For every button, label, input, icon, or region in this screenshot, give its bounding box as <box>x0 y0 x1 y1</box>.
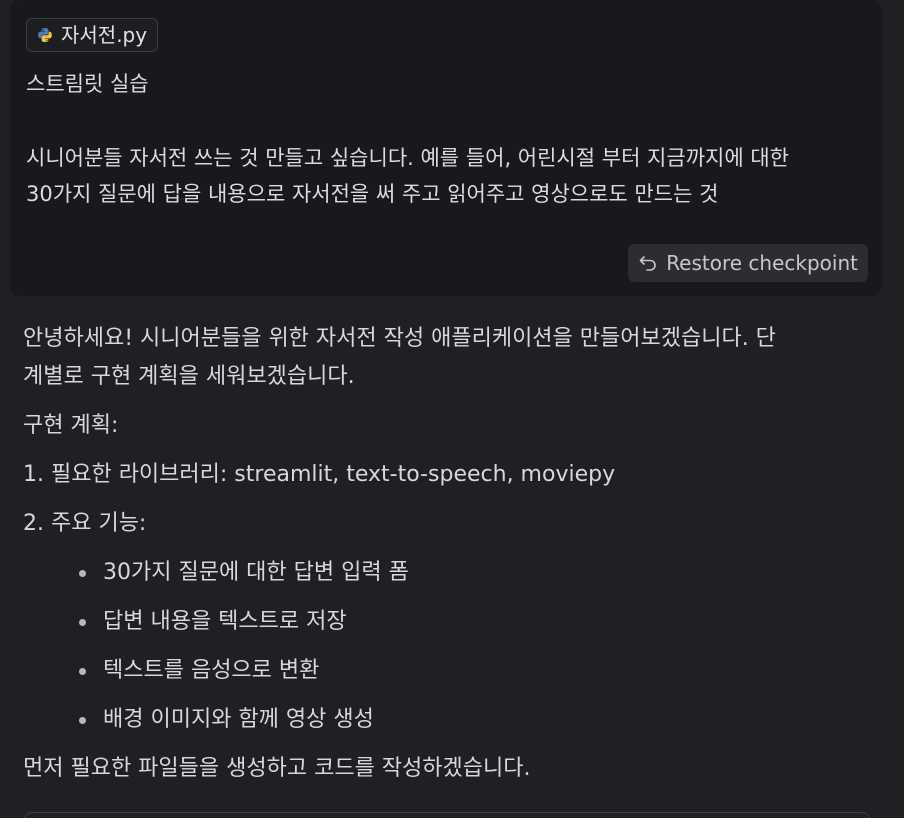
bullet-dot <box>79 619 86 626</box>
feature-list: 30가지 질문에 대한 답변 입력 폼 답변 내용을 텍스트로 저장 텍스트를 … <box>23 554 883 739</box>
file-name: 자서전.py <box>61 23 148 47</box>
undo-icon <box>638 253 658 273</box>
assistant-intro: 안녕하세요! 시니어분들을 위한 자서전 작성 애플리케이션을 만들어보겠습니다… <box>23 320 883 396</box>
file-chip[interactable]: 자서전.py <box>26 18 159 52</box>
restore-checkpoint-button[interactable]: Restore checkpoint <box>628 244 868 282</box>
restore-checkpoint-label: Restore checkpoint <box>666 251 858 275</box>
plan-step: 2. 주요 기능: <box>23 511 147 536</box>
bullet-dot <box>79 717 86 724</box>
plan-heading: 구현 계획: <box>23 413 119 438</box>
feature-text: 답변 내용을 텍스트로 저장 <box>103 609 347 634</box>
list-item: 텍스트를 음성으로 변환 <box>79 652 883 690</box>
python-icon <box>37 27 53 43</box>
next-block-edge <box>24 812 870 818</box>
assistant-intro-line: 계별로 구현 계획을 세워보겠습니다. <box>23 364 355 389</box>
feature-text: 배경 이미지와 함께 영상 생성 <box>103 707 374 732</box>
bullet-dot <box>79 668 86 675</box>
user-message-line: 30가지 질문에 답을 내용으로 자서전을 써 주고 읽어주고 영상으로도 만드… <box>26 182 719 206</box>
assistant-message: 안녕하세요! 시니어분들을 위한 자서전 작성 애플리케이션을 만들어보겠습니다… <box>23 320 883 788</box>
user-message-card: 자서전.py 스트림릿 실습 시니어분들 자서전 쓰는 것 만들고 싶습니다. … <box>10 0 882 296</box>
feature-text: 텍스트를 음성으로 변환 <box>103 658 320 683</box>
assistant-outro: 먼저 필요한 파일들을 생성하고 코드를 작성하겠습니다. <box>23 756 531 781</box>
list-item: 30가지 질문에 대한 답변 입력 폼 <box>79 554 883 592</box>
user-message-line: 시니어분들 자서전 쓰는 것 만들고 싶습니다. 예를 들어, 어린시절 부터 … <box>26 146 789 170</box>
list-item: 답변 내용을 텍스트로 저장 <box>79 603 883 641</box>
bullet-dot <box>79 570 86 577</box>
user-message-body: 시니어분들 자서전 쓰는 것 만들고 싶습니다. 예를 들어, 어린시절 부터 … <box>26 140 866 212</box>
chat-panel: 자서전.py 스트림릿 실습 시니어분들 자서전 쓰는 것 만들고 싶습니다. … <box>0 0 904 818</box>
list-item: 배경 이미지와 함께 영상 생성 <box>79 701 883 739</box>
plan-step: 1. 필요한 라이브러리: streamlit, text-to-speech,… <box>23 462 616 487</box>
user-message-title: 스트림릿 실습 <box>26 72 149 96</box>
feature-text: 30가지 질문에 대한 답변 입력 폼 <box>103 560 409 585</box>
assistant-intro-line: 안녕하세요! 시니어분들을 위한 자서전 작성 애플리케이션을 만들어보겠습니다… <box>23 326 776 351</box>
